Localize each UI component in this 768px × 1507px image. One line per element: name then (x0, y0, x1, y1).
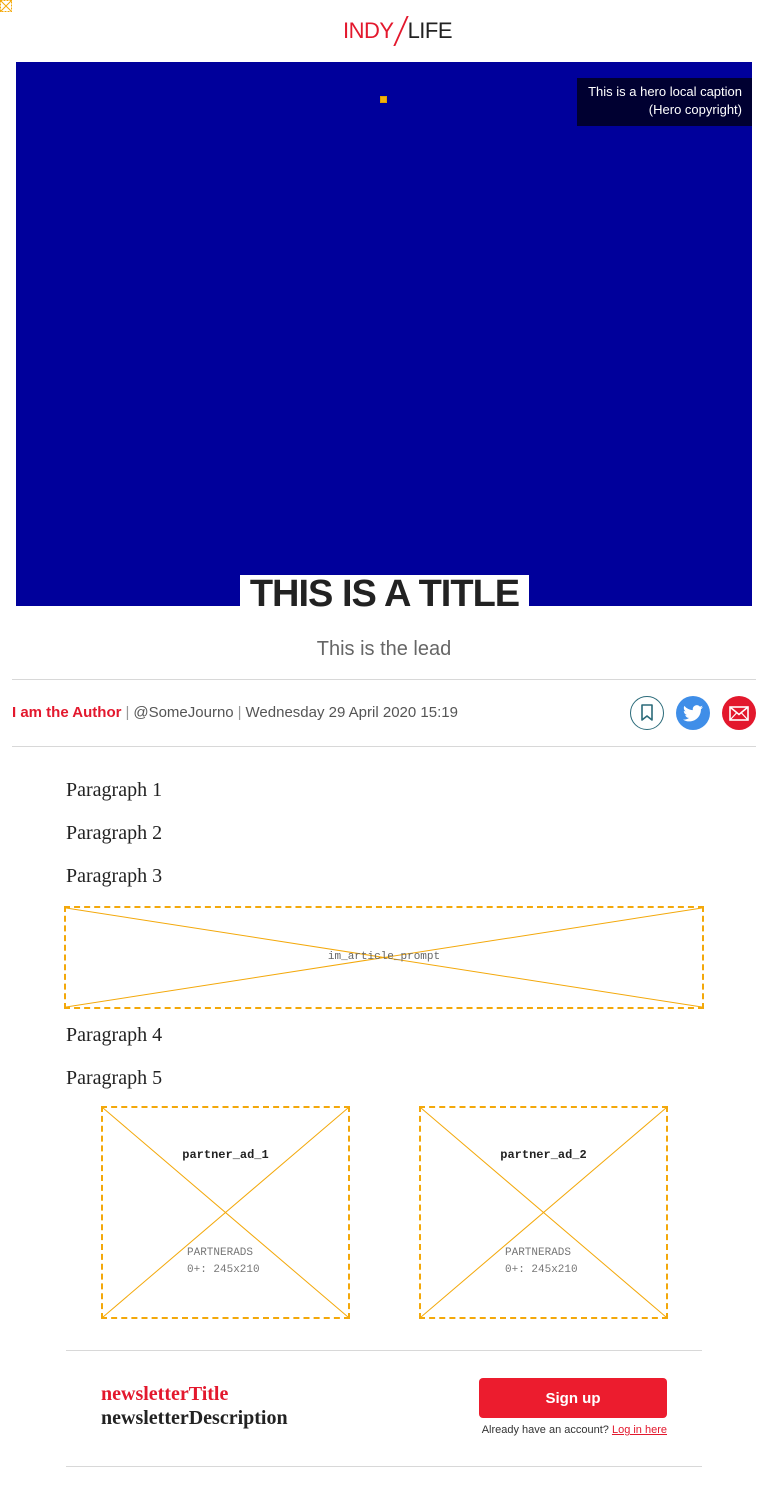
article-prompt-placeholder: im_article_prompt (64, 906, 704, 1009)
mail-icon (729, 705, 749, 721)
partner-ad-placeholder[interactable]: partner_ad_2 PARTNERADS 0+: 245x210 (419, 1106, 668, 1319)
publish-date: Wednesday 29 April 2020 15:19 (245, 704, 458, 721)
byline-bar: I am the Author | @SomeJourno | Wednesday 29… (12, 679, 756, 747)
sign-up-button[interactable]: Sign up (479, 1378, 667, 1418)
hero-image-placeholder-icon (380, 96, 387, 103)
ad-meta: PARTNERADS 0+: 245x210 (187, 1245, 260, 1279)
ad-meta: PARTNERADS 0+: 245x210 (505, 1245, 578, 1279)
article-paragraph: Paragraph 5 (66, 1067, 163, 1089)
bookmark-icon (641, 704, 653, 721)
share-actions (630, 696, 756, 730)
article-paragraph: Paragraph 4 (66, 1024, 163, 1046)
login-prompt: Already have an account? Log in here (479, 1424, 667, 1436)
hero-copyright: (Hero copyright) (648, 102, 742, 117)
ad-provider: PARTNERADS (187, 1247, 254, 1259)
ad-size: 0+: 245x210 (505, 1264, 578, 1276)
bookmark-button[interactable] (630, 696, 664, 730)
login-link[interactable]: Log in here (612, 1424, 667, 1436)
article-paragraph: Paragraph 2 (66, 822, 163, 844)
ad-name: partner_ad_1 (182, 1148, 269, 1162)
separator: | (125, 704, 130, 721)
hero-image: This is a hero local caption (Hero copyr… (16, 62, 752, 606)
author-handle[interactable]: @SomeJourno (133, 704, 233, 721)
article-lead: This is the lead (316, 638, 452, 660)
logo-slash (392, 16, 409, 46)
placeholder-cross (103, 1108, 348, 1317)
ad-name: partner_ad_2 (500, 1148, 587, 1162)
newsletter-signup: newsletterTitle newsletterDescription Si… (66, 1350, 702, 1467)
login-prompt-text: Already have an account? (481, 1424, 609, 1436)
site-header: INDY LIFE (0, 0, 768, 62)
article-title: THIS IS A TITLE (249, 573, 520, 615)
author-link[interactable]: I am the Author (12, 704, 121, 721)
twitter-share-button[interactable] (676, 696, 710, 730)
placeholder-cross (421, 1108, 666, 1317)
separator: | (237, 704, 242, 721)
byline: I am the Author | @SomeJourno | Wednesday 29… (12, 704, 458, 721)
ad-provider: PARTNERADS (505, 1247, 572, 1259)
article-paragraph: Paragraph 3 (66, 865, 163, 887)
placeholder-label: im_article_prompt (327, 951, 441, 963)
email-share-button[interactable] (722, 696, 756, 730)
newsletter-title: newsletterTitle (101, 1383, 229, 1405)
ad-size: 0+: 245x210 (187, 1264, 260, 1276)
partner-ad-placeholder[interactable]: partner_ad_1 PARTNERADS 0+: 245x210 (101, 1106, 350, 1319)
hero-caption-text: This is a hero local caption (588, 84, 742, 99)
article-paragraph: Paragraph 1 (66, 779, 163, 801)
logo-life: LIFE (407, 18, 453, 43)
logo-indy: INDY (343, 18, 394, 43)
newsletter-description: newsletterDescription (101, 1407, 288, 1429)
site-logo[interactable]: INDY LIFE (343, 14, 453, 48)
hero-caption: This is a hero local caption (Hero copyr… (577, 78, 752, 126)
twitter-icon (683, 704, 703, 721)
